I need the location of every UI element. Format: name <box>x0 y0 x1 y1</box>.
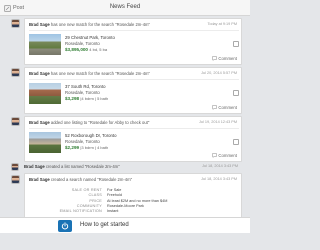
price-value: $3,895,000 <box>65 47 88 52</box>
activity-item: Brad Sage created a list named "Rosedale… <box>24 164 242 172</box>
listing-price: $3,298 |4 bdrm | 5 bath <box>65 96 108 101</box>
card-header: Brad Sage added one listing to "Rosedale… <box>29 120 237 127</box>
listing-city: Rosedale, Toronto <box>65 90 100 95</box>
criteria-label: Email Notification <box>59 209 102 214</box>
activity-text: created a search named "Rosedale 2m-4m" <box>50 177 133 182</box>
comment-icon <box>212 153 218 158</box>
card-header: Brad Sage created a search named "Roseda… <box>29 177 237 184</box>
author-name[interactable]: Brad Sage <box>29 177 50 182</box>
feed-card: Brad Sage added one listing to "Rosedale… <box>24 116 242 162</box>
author-name[interactable]: Brad Sage <box>29 22 50 27</box>
page-title: News Feed <box>109 4 141 10</box>
search-criteria: Sale or Rent For Sale Class Freehold Pri… <box>53 188 213 214</box>
feed-card: Brad Sage has one new match for the sear… <box>24 67 242 114</box>
timestamp: Jul 19, 2014 12:43 PM <box>199 120 237 124</box>
timestamp: Jul 18, 2014 3:43 PM <box>201 177 237 181</box>
listing-address: 37 South Rd, Toronto <box>65 84 106 89</box>
feed-card: Brad Sage has one new match for the sear… <box>24 18 242 65</box>
avatar[interactable] <box>11 68 20 77</box>
criteria-row: Email Notification Instant <box>53 209 213 214</box>
author-name[interactable]: Brad Sage <box>29 120 50 125</box>
listing-item[interactable]: 37 South Rd, Toronto Rosedale, Toronto $… <box>29 79 239 105</box>
activity-text: created a list named "Rosedale 2m-4m" <box>45 164 120 169</box>
comment-button[interactable]: Comment <box>212 152 237 159</box>
author-name[interactable]: Brad Sage <box>24 164 45 169</box>
avatar[interactable] <box>11 175 20 184</box>
comment-icon <box>212 105 218 110</box>
listing-details: |4 bdrm | 5 bath <box>80 96 109 101</box>
listing-photo[interactable] <box>29 132 61 153</box>
listing-details: 4 bd, 5 ba <box>89 47 108 52</box>
getting-started-label[interactable]: How to get started <box>80 222 129 228</box>
power-icon <box>61 222 69 230</box>
price-value: $3,298 <box>65 96 80 101</box>
listing-address: 52 Roxborough Dr, Toronto <box>65 133 117 138</box>
listing-item[interactable]: 52 Roxborough Dr, Toronto Rosedale, Toro… <box>29 128 239 154</box>
timestamp: Jul 18, 2014 3:43 PM <box>202 164 238 168</box>
avatar[interactable] <box>11 163 19 171</box>
author-name[interactable]: Brad Sage <box>29 71 50 76</box>
news-feed: Brad Sage has one new match for the sear… <box>0 17 250 250</box>
listing-address: 29 Chestnut Park, Toronto <box>65 35 115 40</box>
activity-text: added one listing to "Rosedale for Abby … <box>50 120 150 125</box>
timestamp: Jul 20, 2014 5:57 PM <box>201 71 237 75</box>
getting-started-bar[interactable]: How to get started <box>0 217 250 233</box>
listing-photo[interactable] <box>29 34 61 55</box>
top-bar: Post News Feed <box>0 0 250 16</box>
comment-label: Comment <box>218 153 237 158</box>
price-value: $2,299 <box>65 145 80 150</box>
comment-icon <box>212 56 218 61</box>
listing-price: $2,299 |3 bdrm | 4 bath <box>65 145 108 150</box>
comment-button[interactable]: Comment <box>212 104 237 111</box>
card-header: Brad Sage has one new match for the sear… <box>29 71 237 78</box>
avatar[interactable] <box>11 19 20 28</box>
save-icon[interactable] <box>233 90 239 96</box>
card-header: Brad Sage has one new match for the sear… <box>29 22 237 29</box>
listing-photo[interactable] <box>29 83 61 104</box>
avatar[interactable] <box>11 117 20 126</box>
save-icon[interactable] <box>233 139 239 145</box>
save-icon[interactable] <box>233 41 239 47</box>
criteria-value: Instant <box>107 209 119 214</box>
listing-city: Rosedale, Toronto <box>65 139 100 144</box>
activity-text: has one new match for the search "Roseda… <box>50 71 150 76</box>
listing-price: $3,895,000 4 bd, 5 ba <box>65 47 107 52</box>
comment-label: Comment <box>218 56 237 61</box>
listing-item[interactable]: 29 Chestnut Park, Toronto Rosedale, Toro… <box>29 30 239 56</box>
listing-city: Rosedale, Toronto <box>65 41 100 46</box>
comment-button[interactable]: Comment <box>212 55 237 62</box>
comment-label: Comment <box>218 105 237 110</box>
timestamp: Today at 9:19 PM <box>207 22 237 26</box>
getting-started-button[interactable] <box>58 220 72 232</box>
activity-text: has one new match for the search "Roseda… <box>50 22 150 27</box>
listing-details: |3 bdrm | 4 bath <box>80 145 109 150</box>
